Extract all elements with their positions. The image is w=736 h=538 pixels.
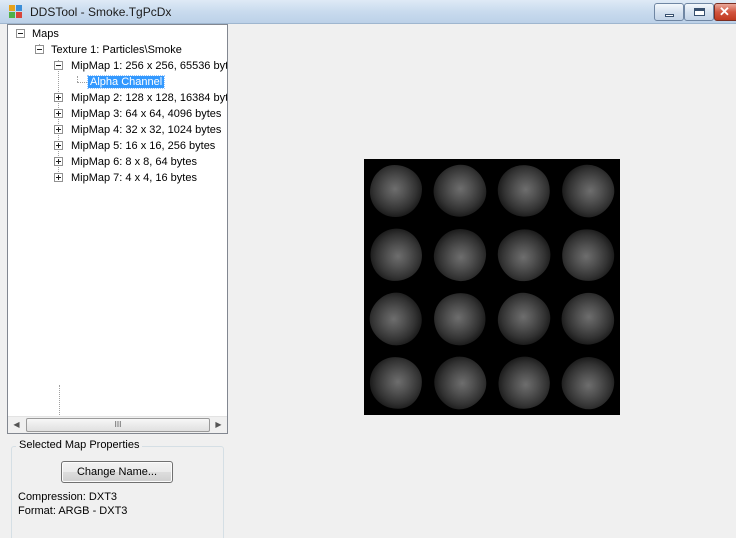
smoke-puff-sprite <box>361 284 431 354</box>
collapse-icon[interactable] <box>35 45 44 54</box>
collapse-icon[interactable] <box>54 61 63 70</box>
expand-icon[interactable] <box>54 93 63 102</box>
tree-node-label: Alpha Channel <box>86 75 166 89</box>
smoke-puff-sprite <box>556 351 620 415</box>
tree-node-label: MipMap 5: 16 x 16, 256 bytes <box>71 140 216 152</box>
title-bar: DDSTool - Smoke.TgPcDx ✕ <box>0 0 736 24</box>
expand-icon[interactable] <box>54 157 63 166</box>
scrollbar-thumb[interactable]: III <box>26 418 210 432</box>
maximize-icon <box>694 8 705 16</box>
tree-node-label: MipMap 6: 8 x 8, 64 bytes <box>71 156 197 168</box>
smoke-puff-sprite <box>493 288 555 350</box>
close-icon: ✕ <box>719 4 730 19</box>
change-name-button[interactable]: Change Name... <box>61 461 173 483</box>
expand-icon[interactable] <box>54 109 63 118</box>
compression-label: Compression: DXT3 <box>18 491 118 503</box>
smoke-puff-sprite <box>491 158 557 224</box>
tree-horizontal-scrollbar[interactable]: ◀ III ▶ <box>8 416 227 433</box>
smoke-puff-sprite <box>424 347 496 419</box>
expand-icon[interactable] <box>54 125 63 134</box>
smoke-puff-sprite <box>554 157 622 225</box>
scroll-right-icon[interactable]: ▶ <box>210 417 227 433</box>
collapse-icon[interactable] <box>16 29 25 38</box>
smoke-puff-sprite <box>431 226 489 284</box>
maximize-button[interactable] <box>684 3 714 21</box>
texture-preview-image <box>360 154 625 419</box>
scroll-left-icon[interactable]: ◀ <box>8 417 25 433</box>
format-label: Format: ARGB - DXT3 <box>18 505 128 517</box>
smoke-puff-sprite <box>367 354 425 412</box>
tree-node-label: Maps <box>32 28 59 40</box>
smoke-puff-sprite <box>425 284 495 354</box>
expand-icon[interactable] <box>54 173 63 182</box>
smoke-puff-sprite <box>551 282 625 356</box>
close-button[interactable]: ✕ <box>714 3 736 21</box>
tree-node-label: Texture 1: Particles\Smoke <box>51 44 182 56</box>
smoke-puff-sprite <box>370 165 422 217</box>
smoke-puff-sprite <box>487 218 561 292</box>
expand-icon[interactable] <box>54 141 63 150</box>
tree-line <box>77 82 87 83</box>
tree-node-alpha-channel[interactable]: Alpha Channel <box>86 74 166 90</box>
tree-node-label: MipMap 7: 4 x 4, 16 bytes <box>71 172 197 184</box>
smoke-puff-sprite <box>360 219 432 291</box>
tree-node-label: MipMap 3: 64 x 64, 4096 bytes <box>71 108 222 120</box>
properties-group-title: Selected Map Properties <box>16 439 143 451</box>
smoke-puff-sprite <box>423 154 497 228</box>
tree-node-label: MipMap 4: 32 x 32, 1024 bytes <box>71 124 222 136</box>
maps-tree-view[interactable]: Maps Texture 1: Particles\Smoke MipMap 1… <box>7 24 228 434</box>
window-title: DDSTool - Smoke.TgPcDx <box>30 5 172 19</box>
tree-node-label: MipMap 1: 256 x 256, 65536 bytes <box>71 60 228 72</box>
app-icon[interactable] <box>9 5 23 19</box>
tree-line <box>59 385 60 415</box>
tree-node-label: MipMap 2: 128 x 128, 16384 bytes <box>71 92 228 104</box>
client-area: Maps Texture 1: Particles\Smoke MipMap 1… <box>0 24 736 538</box>
minimize-icon <box>665 14 674 17</box>
minimize-button[interactable] <box>654 3 684 21</box>
smoke-puff-sprite <box>490 349 558 417</box>
smoke-puff-sprite <box>557 224 619 286</box>
